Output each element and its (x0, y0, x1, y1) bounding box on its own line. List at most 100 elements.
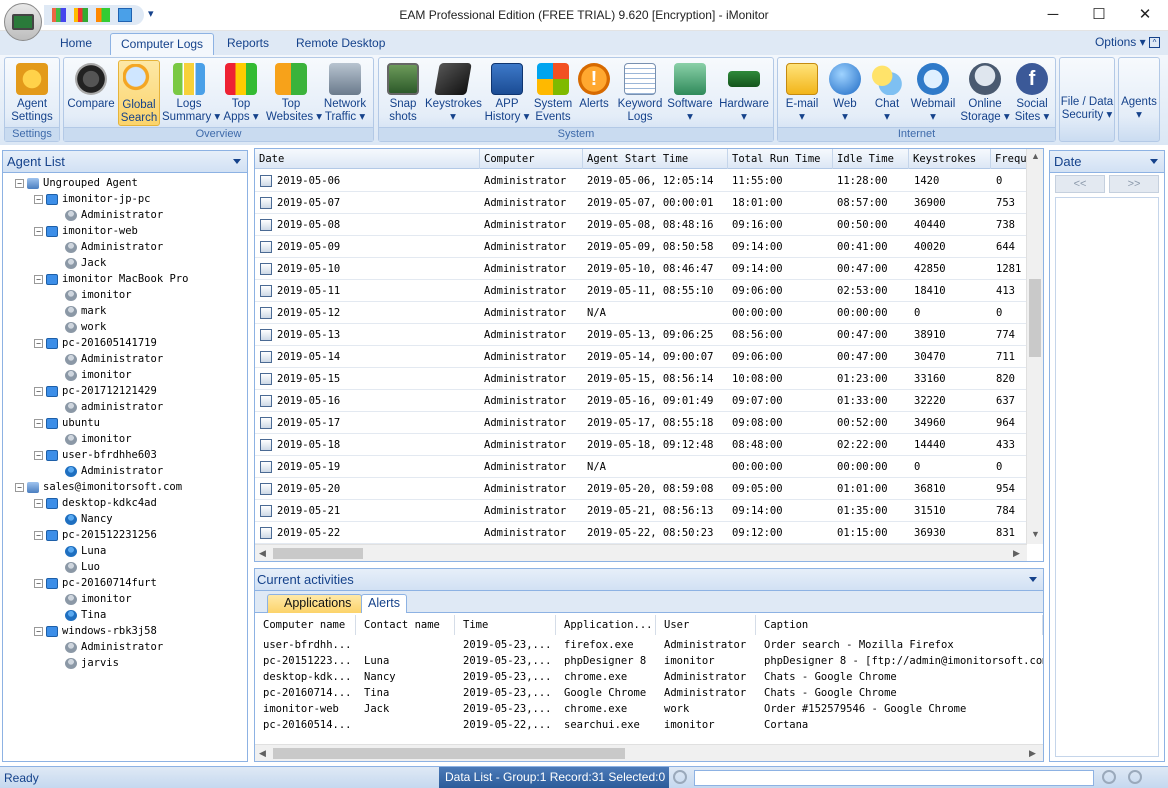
tab-remote-desktop[interactable]: Remote Desktop (286, 33, 395, 55)
tab-reports[interactable]: Reports (217, 33, 279, 55)
collapse-icon[interactable]: − (15, 482, 24, 492)
column-header[interactable]: User (656, 615, 756, 635)
scroll-left-icon[interactable]: ◀ (259, 548, 266, 559)
tree-node-user[interactable]: imonitor (53, 591, 132, 607)
scroll-up-icon[interactable]: ▲ (1031, 151, 1040, 161)
chat-button[interactable]: Chat ▾ (866, 60, 908, 126)
collapse-icon[interactable]: − (34, 194, 43, 204)
status-search-input[interactable] (694, 770, 1094, 786)
software-button[interactable]: Software ▾ (665, 60, 715, 126)
webmail-button[interactable]: Webmail ▾ (908, 60, 958, 126)
tree-node-user[interactable]: Jack (53, 255, 106, 271)
table-row[interactable]: 2019-05-14 Administrator 2019-05-14, 09:00… (255, 346, 1027, 368)
column-header[interactable]: Keystrokes (909, 149, 991, 169)
tree-node-pc[interactable]: − imonitor-web (34, 223, 138, 239)
scroll-right-icon[interactable]: ▶ (1013, 548, 1020, 559)
tree-node-user[interactable]: imonitor (53, 367, 132, 383)
scroll-thumb[interactable] (273, 748, 625, 759)
tree-node-pc[interactable]: − pc-201712121429 (34, 383, 157, 399)
tree-node-user[interactable]: Administrator (53, 239, 163, 255)
tab-alerts[interactable]: Alerts (361, 594, 407, 613)
collapse-icon[interactable]: − (34, 274, 43, 284)
tree-node-user[interactable]: mark (53, 303, 106, 319)
chevron-down-icon[interactable] (1029, 577, 1037, 582)
logs-summary-button[interactable]: Logs Summary ▾ (162, 60, 220, 126)
minimize-button[interactable]: ─ (1030, 0, 1076, 31)
table-row[interactable]: 2019-05-07 Administrator 2019-05-07, 00:00… (255, 192, 1027, 214)
column-header[interactable]: Date (255, 149, 480, 169)
agents-button[interactable]: Agents ▾ (1119, 96, 1159, 128)
email-button[interactable]: E-mail ▾ (780, 60, 824, 126)
table-row[interactable]: 2019-05-18 Administrator 2019-05-18, 09:12… (255, 434, 1027, 456)
table-row[interactable]: 2019-05-17 Administrator 2019-05-17, 08:55… (255, 412, 1027, 434)
prev-date-button[interactable]: << (1055, 175, 1105, 193)
table-row[interactable]: user-bfrdhh... 2019-05-23,... firefox.exe A… (255, 637, 1043, 653)
table-row[interactable]: 2019-05-15 Administrator 2019-05-15, 08:56… (255, 368, 1027, 390)
tree-node-pc[interactable]: − pc-20160714furt (34, 575, 157, 591)
scroll-thumb[interactable] (1029, 279, 1041, 357)
table-row[interactable]: 2019-05-11 Administrator 2019-05-11, 08:55… (255, 280, 1027, 302)
column-header[interactable]: Time (455, 615, 556, 635)
table-row[interactable]: 2019-05-08 Administrator 2019-05-08, 08:48… (255, 214, 1027, 236)
collapse-icon[interactable]: − (34, 338, 43, 348)
tree-node-user[interactable]: work (53, 319, 106, 335)
collapse-icon[interactable]: − (34, 226, 43, 236)
top-websites-button[interactable]: Top Websites ▾ (266, 60, 322, 126)
scroll-down-icon[interactable]: ▼ (1031, 529, 1040, 539)
tree-node-user[interactable]: Luo (53, 559, 100, 575)
web-button[interactable]: Web ▾ (824, 60, 866, 126)
tree-node-user-active[interactable]: Administrator (53, 463, 163, 479)
global-search-button[interactable]: Global Search (118, 60, 160, 126)
table-row[interactable]: 2019-05-12 Administrator N/A 00:00:00 00:00:… (255, 302, 1027, 324)
collapse-icon[interactable]: − (34, 498, 43, 508)
keyword-logs-button[interactable]: Keyword Logs (615, 60, 665, 126)
column-header[interactable]: Frequ (991, 149, 1031, 169)
network-traffic-button[interactable]: Network Traffic ▾ (318, 60, 372, 126)
tree-node-group[interactable]: − Ungrouped Agent (15, 175, 138, 191)
table-row[interactable]: pc-20160514... 2019-05-22,... searchui.exe… (255, 717, 1043, 733)
table-row[interactable]: 2019-05-22 Administrator 2019-05-22, 08:50… (255, 522, 1027, 544)
zoom-in-icon[interactable] (1102, 770, 1116, 784)
table-row[interactable]: desktop-kdk... Nancy 2019-05-23,... chrome.… (255, 669, 1043, 685)
table-row[interactable]: 2019-05-06 Administrator 2019-05-06, 12:05… (255, 170, 1027, 192)
collapse-icon[interactable]: − (34, 578, 43, 588)
column-header[interactable]: Caption (756, 615, 1043, 635)
table-row[interactable]: 2019-05-19 Administrator N/A 00:00:00 00:00:… (255, 456, 1027, 478)
hardware-button[interactable]: Hardware ▾ (717, 60, 771, 126)
table-row[interactable]: pc-20151223... Luna 2019-05-23,... phpDesig… (255, 653, 1043, 669)
maximize-button[interactable]: ☐ (1076, 0, 1122, 31)
close-button[interactable]: ✕ (1122, 0, 1168, 31)
search-icon[interactable] (673, 770, 687, 784)
grid-horizontal-scrollbar[interactable]: ◀ ▶ (255, 544, 1027, 561)
tree-node-user-active[interactable]: Tina (53, 607, 106, 623)
tree-node-user[interactable]: imonitor (53, 431, 132, 447)
table-row[interactable]: 2019-05-09 Administrator 2019-05-09, 08:50… (255, 236, 1027, 258)
column-header[interactable]: Computer name (255, 615, 356, 635)
scroll-left-icon[interactable]: ◀ (259, 748, 266, 759)
social-sites-button[interactable]: f Social Sites ▾ (1010, 60, 1054, 126)
collapse-icon[interactable]: − (34, 386, 43, 396)
scroll-thumb[interactable] (273, 548, 363, 559)
collapse-icon[interactable]: − (34, 626, 43, 636)
column-header[interactable]: Application... (556, 615, 656, 635)
tree-node-user[interactable]: Administrator (53, 639, 163, 655)
help-icon[interactable]: ^ (1149, 37, 1160, 49)
column-header[interactable]: Contact name (356, 615, 455, 635)
table-row[interactable]: imonitor-web Jack 2019-05-23,... chrome.exe… (255, 701, 1043, 717)
system-events-button[interactable]: System Events (533, 60, 573, 126)
collapse-icon[interactable]: − (15, 178, 24, 188)
activity-horizontal-scrollbar[interactable]: ◀ ▶ (255, 744, 1043, 761)
agent-settings-button[interactable]: Agent Settings (7, 60, 57, 126)
tree-node-user[interactable]: administrator (53, 399, 163, 415)
tree-node-pc[interactable]: − pc-201605141719 (34, 335, 157, 351)
table-row[interactable]: 2019-05-13 Administrator 2019-05-13, 09:06… (255, 324, 1027, 346)
column-header[interactable]: Computer (480, 149, 583, 169)
app-history-button[interactable]: APP History ▾ (483, 60, 531, 126)
table-row[interactable]: 2019-05-21 Administrator 2019-05-21, 08:56… (255, 500, 1027, 522)
alerts-button[interactable]: ! Alerts (575, 60, 613, 126)
collapse-icon[interactable]: − (34, 418, 43, 428)
tree-node-user-active[interactable]: Luna (53, 543, 106, 559)
collapse-icon[interactable]: − (34, 530, 43, 540)
tree-node-pc[interactable]: − imonitor MacBook Pro (34, 271, 188, 287)
grid-vertical-scrollbar[interactable]: ▲ ▼ (1026, 149, 1043, 544)
